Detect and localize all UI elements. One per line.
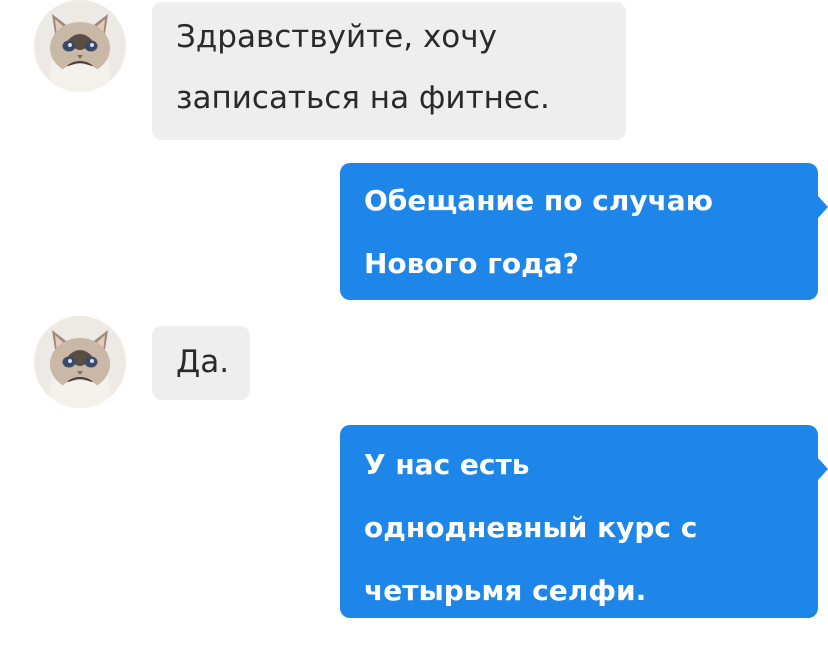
contact-avatar-icon[interactable]	[34, 0, 126, 92]
message-text: Здравствуйте, хочу записаться на фитнес.	[176, 19, 550, 116]
message-text: Обещание по случаю Нового года?	[364, 184, 713, 280]
message-bubble-outgoing[interactable]: У нас есть однодневный курс с четырьмя с…	[340, 425, 818, 618]
chat-thread: Здравствуйте, хочу записаться на фитнес.…	[0, 0, 828, 645]
contact-avatar-icon[interactable]	[34, 316, 126, 408]
message-bubble-incoming[interactable]: Здравствуйте, хочу записаться на фитнес.	[152, 2, 626, 140]
message-bubble-incoming[interactable]: Да.	[152, 326, 250, 400]
bubble-tail-icon	[818, 196, 828, 218]
message-text: Да.	[176, 344, 230, 380]
message-bubble-outgoing[interactable]: Обещание по случаю Нового года?	[340, 163, 818, 300]
bubble-tail-icon	[818, 458, 828, 480]
message-text: У нас есть однодневный курс с четырьмя с…	[364, 448, 698, 607]
